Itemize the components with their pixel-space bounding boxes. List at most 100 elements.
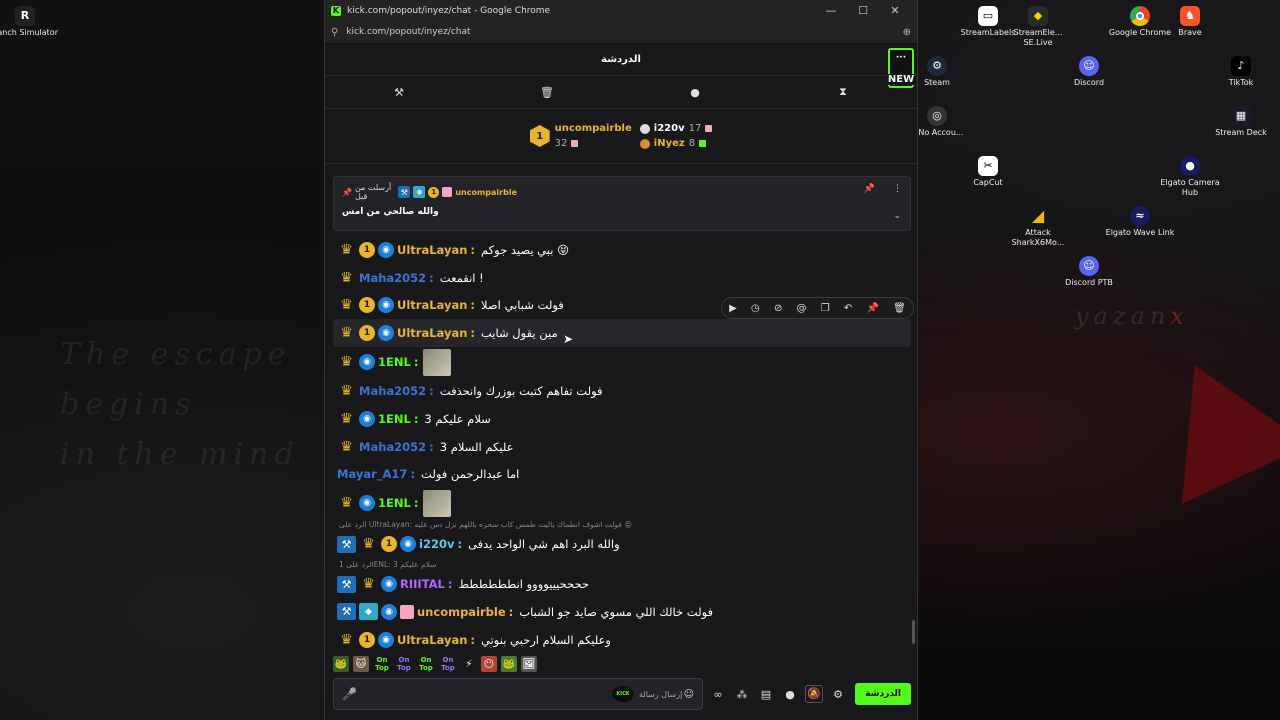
chat-username[interactable]: 1ENL	[378, 496, 411, 510]
bolt-emote[interactable]: ⚡	[461, 656, 477, 672]
chat-username[interactable]: UltraLayan	[397, 243, 467, 257]
on-top-emote[interactable]: On Top	[439, 656, 457, 672]
chat-username[interactable]: Mayar_A17	[337, 467, 407, 481]
desktop-icon-ranch-simulator[interactable]: R Ranch Simulator	[0, 6, 60, 38]
microphone-icon[interactable]: 🎤	[342, 687, 357, 701]
kick-emote-icon[interactable]: KICK	[612, 686, 634, 702]
play-icon[interactable]: ▶	[729, 303, 737, 314]
send-chat-button[interactable]: الدردشة	[855, 683, 911, 705]
chat-scrollbar[interactable]	[912, 620, 915, 644]
infinity-icon[interactable]: ∞	[709, 688, 727, 701]
eye-off-icon[interactable]: ⊘	[774, 303, 782, 314]
chat-username[interactable]: UltraLayan	[397, 298, 467, 312]
url-text[interactable]: kick.com/popout/inyez/chat	[346, 27, 902, 37]
desktop-icon-tiktok[interactable]: ♪ TikTok	[1206, 56, 1276, 88]
chat-username[interactable]: 1ENL	[378, 412, 411, 426]
reply-icon[interactable]: ↶	[844, 303, 852, 314]
maximize-button[interactable]: ☐	[847, 4, 879, 17]
chat-message[interactable]: ♛ ◉ 1ENL:	[333, 347, 911, 377]
store-icon[interactable]: ▤	[757, 688, 775, 701]
chat-bubble-icon[interactable]: ●	[621, 86, 769, 99]
chat-message-text: وعليكم السلام ارحبي بنوتي	[481, 632, 611, 647]
desktop-icon-elgato-camera[interactable]: ● Elgato Camera Hub	[1155, 156, 1225, 198]
chat-message[interactable]: ♛ 1 ◉ UltraLayan: مين يقول شايب	[333, 319, 911, 348]
chat-username[interactable]: UltraLayan	[397, 633, 467, 647]
on-top-emote[interactable]: On Top	[417, 656, 435, 672]
gifter-badge-icon: 1	[381, 536, 397, 553]
more-options-button[interactable]: ··· NEW	[887, 48, 915, 88]
leaderboard-first[interactable]: 1 uncompairble 32	[529, 123, 632, 149]
desktop-icon-streamelements[interactable]: ◆ StreamEle... SE.Live	[1003, 6, 1073, 48]
chat-username[interactable]: Maha2052	[359, 440, 426, 454]
reply-reference[interactable]: الرد على 1ENL: سلام عليكم 3	[333, 558, 911, 570]
on-top-emote[interactable]: On Top	[395, 656, 413, 672]
chat-username[interactable]: RIIITAL	[400, 577, 445, 591]
chat-username[interactable]: 1ENL	[378, 355, 411, 369]
desktop-icon-capcut[interactable]: ✂ CapCut	[953, 156, 1023, 188]
minimize-button[interactable]: —	[815, 4, 847, 17]
chat-username[interactable]: UltraLayan	[397, 326, 467, 340]
pin-icon[interactable]: 📌	[864, 184, 875, 194]
hammer-icon[interactable]: ⚒	[325, 86, 473, 99]
bell-off-icon[interactable]: 🔕	[805, 685, 823, 703]
chat-message[interactable]: ♛ ◉ 1ENL: سلام عليكم 3	[333, 405, 911, 433]
clock-icon[interactable]: ◷	[751, 303, 760, 314]
on-top-emote[interactable]: On Top	[373, 656, 391, 672]
mention-icon[interactable]: @	[797, 303, 807, 314]
window-titlebar[interactable]: K kick.com/popout/inyez/chat - Google Ch…	[325, 0, 917, 21]
pin-icon[interactable]: 📌	[867, 303, 879, 314]
chat-username[interactable]: uncompairble	[417, 605, 506, 619]
chat-message[interactable]: ⚒ ♛ 1 ◉ i220v: والله البرد اهم شي الواحد يدفى	[333, 530, 911, 558]
site-settings-icon[interactable]: ⚲	[331, 27, 338, 38]
desktop-icon-streamdeck[interactable]: ▦ Stream Deck	[1206, 106, 1276, 138]
chat-icon[interactable]: ●	[781, 688, 799, 701]
address-bar[interactable]: ⚲ kick.com/popout/inyez/chat ⊕	[325, 21, 917, 44]
chat-message[interactable]: Mayar_A17: اما عبدالرحمن فولت	[333, 461, 911, 489]
settings-icon[interactable]: ⚙	[829, 688, 847, 701]
people-icon[interactable]: ⁂	[733, 688, 751, 701]
chat-message[interactable]: ♛ Maha2052: انقمعت !	[333, 264, 911, 292]
desktop-icon-discord-ptb[interactable]: ☺ Discord PTB	[1054, 256, 1124, 288]
chat-input[interactable]: 🎤 KICK إرسال رسالة ☺	[333, 678, 703, 710]
cat-emote-image	[423, 489, 452, 517]
chat-message[interactable]: ♛ Maha2052: عليكم السلام 3	[333, 433, 911, 461]
frog-emote[interactable]: 🐸	[501, 656, 517, 672]
chat-username[interactable]: i220v	[419, 537, 454, 551]
reply-reference[interactable]: الرد على UltraLayan: فولت اشوف انطماك يا…	[333, 518, 911, 530]
chat-username[interactable]: Maha2052	[359, 271, 426, 285]
desktop-icon-discord[interactable]: ☺ Discord	[1054, 56, 1124, 88]
desktop-icon-attack-shark[interactable]: ◢ Attack SharkX6Mo...	[1003, 206, 1073, 248]
pepe-emote[interactable]: 🐸	[333, 656, 349, 672]
desktop-icon-brave[interactable]: ♞ Brave	[1155, 6, 1225, 38]
moderator-badge-icon: ⚒	[337, 603, 356, 621]
chat-message[interactable]: ♛ 1 ◉ UltraLayan: ببي يصيد جوكم 😝	[333, 236, 911, 264]
streamelements-icon: ◆	[1028, 6, 1048, 26]
kebab-menu-icon[interactable]: ⋮	[893, 184, 902, 194]
desktop-icon-elgato-wave[interactable]: ≈ Elgato Wave Link	[1105, 206, 1175, 238]
face-emote[interactable]: 😶	[481, 656, 497, 672]
leaderboard-third[interactable]: iNyez 8	[639, 138, 713, 149]
close-button[interactable]: ✕	[879, 4, 911, 17]
chat-message[interactable]: ♛ ◉ 1ENL:	[333, 488, 911, 518]
copy-icon[interactable]: ❐	[821, 303, 830, 314]
cat-emote[interactable]: 🐱	[353, 656, 369, 672]
chevron-down-icon[interactable]: ⌄	[893, 211, 901, 221]
emoji-icon[interactable]: ☺	[684, 689, 694, 700]
zoom-icon[interactable]: ⊕	[903, 27, 911, 38]
chat-username[interactable]: Maha2052	[359, 384, 426, 398]
chat-message-text: والله البرد اهم شي الواحد يدفى	[468, 537, 620, 552]
pinned-message[interactable]: 📌 أرسلت من قبل ⚒ ◆ 1 uncompairble 📌 ⋮ وا…	[333, 176, 911, 231]
chat-message[interactable]: ⚒ ♛ ◉ RIIITAL: ححححيييوووو انطططططط	[333, 570, 911, 598]
leaderboard-second[interactable]: i220v 17	[639, 123, 713, 134]
chat-message[interactable]: ♛ 1 ◉ UltraLayan: وعليكم السلام ارحبي بنوتي	[333, 626, 911, 654]
pinned-user[interactable]: uncompairble	[455, 188, 517, 197]
desktop-icon-label: Discord PTB	[1065, 278, 1113, 287]
gold-medal-icon: 1	[529, 125, 550, 147]
chat-message[interactable]: ⚒ ◆ ◉ uncompairble: فولت خالك اللي مسوي صايد…	[333, 598, 911, 626]
chat-message[interactable]: ♛ Maha2052: فولت تفاهم كتبت بوزرك وانحذفت	[333, 377, 911, 405]
meme-emote[interactable]: 🖼	[521, 656, 537, 672]
delete-icon[interactable]: 🗑	[893, 303, 906, 314]
crown-badge-icon: ♛	[340, 383, 353, 400]
trash-icon[interactable]: 🗑	[473, 86, 621, 99]
chat-header: الدردشة ··· NEW	[325, 44, 917, 88]
